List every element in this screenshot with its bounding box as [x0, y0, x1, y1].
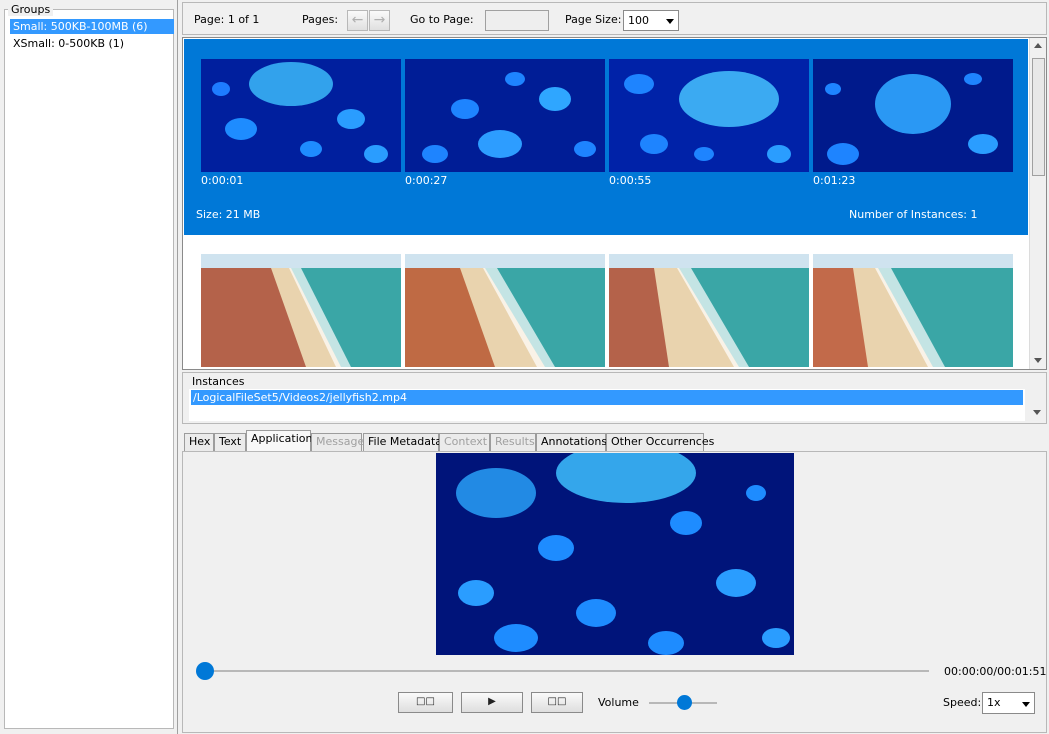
instances-title: Instances — [192, 375, 245, 388]
groups-list[interactable]: Small: 500KB-100MB (6) XSmall: 0-500KB (… — [4, 9, 174, 729]
arrow-right-icon: → — [373, 12, 386, 28]
video-frame[interactable] — [436, 453, 794, 655]
thumbnail — [813, 59, 1013, 172]
paging-toolbar: Page: 1 of 1 Pages: ← → Go to Page: Page… — [182, 2, 1047, 35]
prev-page-button[interactable]: ← — [347, 10, 368, 31]
tab-message[interactable]: Message — [311, 433, 364, 451]
main-panel: Page: 1 of 1 Pages: ← → Go to Page: Page… — [182, 0, 1049, 734]
tab-hex[interactable]: Hex — [184, 433, 214, 451]
scroll-thumb[interactable] — [1032, 58, 1045, 176]
groups-panel: Small: 500KB-100MB (6) XSmall: 0-500KB (… — [0, 0, 178, 734]
play-button[interactable]: ▶ — [461, 692, 523, 713]
next-page-button[interactable]: → — [369, 10, 390, 31]
seek-slider-track[interactable] — [205, 670, 929, 672]
file-size: Size: 21 MB — [196, 208, 261, 221]
tab-annotations[interactable]: Annotations — [536, 433, 607, 451]
page-size-value: 100 — [628, 14, 649, 27]
thumbnail-timestamp: 0:00:27 — [405, 174, 448, 187]
thumbnail — [201, 254, 401, 367]
volume-slider-thumb[interactable] — [677, 695, 692, 710]
thumbnail — [813, 254, 1013, 367]
speed-label: Speed: — [943, 696, 982, 709]
instance-count: Number of Instances: 1 — [849, 208, 978, 221]
page-size-label: Page Size: — [565, 13, 622, 26]
thumbnail — [201, 59, 401, 172]
speed-select[interactable]: 1x — [982, 692, 1035, 714]
result-row[interactable] — [184, 254, 1028, 369]
instances-list[interactable]: /LogicalFileSet5/Videos2/jellyfish2.mp4 — [189, 389, 1025, 421]
thumbnail-timestamp: 0:00:55 — [609, 174, 652, 187]
tab-other-occurrences[interactable]: Other Occurrences — [606, 433, 714, 451]
skip-back-icon: □□ — [416, 696, 435, 707]
groups-title: Groups — [8, 3, 54, 16]
chevron-down-icon — [1022, 702, 1030, 707]
tab-context[interactable]: Context — [439, 433, 490, 451]
fast-forward-button[interactable]: □□ — [531, 692, 583, 713]
page-size-select[interactable]: 100 — [623, 10, 679, 31]
arrow-left-icon: ← — [351, 12, 364, 28]
pages-label: Pages: — [302, 13, 339, 26]
play-icon: ▶ — [488, 696, 496, 707]
thumbnail-timestamp: 0:00:01 — [201, 174, 244, 187]
thumbnail-timestamp: 0:01:23 — [813, 174, 856, 187]
tab-application[interactable]: Application — [246, 430, 312, 451]
application-viewer: 00:00:00/00:01:51 □□ ▶ □□ Volume Speed: … — [182, 451, 1047, 733]
rewind-button[interactable]: □□ — [398, 692, 453, 713]
scroll-down-icon[interactable] — [1033, 410, 1041, 415]
instances-panel: Instances /LogicalFileSet5/Videos2/jelly… — [182, 372, 1047, 424]
results-scrollbar[interactable] — [1029, 38, 1046, 369]
volume-label: Volume — [598, 696, 639, 709]
scroll-down-icon[interactable] — [1034, 358, 1042, 363]
speed-value: 1x — [987, 696, 1001, 709]
thumbnail — [609, 59, 809, 172]
page-indicator: Page: 1 of 1 — [194, 13, 260, 26]
goto-page-input[interactable] — [485, 10, 549, 31]
skip-forward-icon: □□ — [547, 696, 567, 707]
tab-results[interactable]: Results — [490, 433, 536, 451]
tab-text[interactable]: Text — [214, 433, 246, 451]
playback-time: 00:00:00/00:01:51 — [944, 665, 1047, 678]
instance-item[interactable]: /LogicalFileSet5/Videos2/jellyfish2.mp4 — [191, 390, 1023, 405]
thumbnail — [405, 59, 605, 172]
tab-file-metadata[interactable]: File Metadata — [363, 433, 442, 451]
scroll-up-icon[interactable] — [1034, 43, 1042, 48]
group-item-xsmall[interactable]: XSmall: 0-500KB (1) — [10, 36, 174, 51]
result-row[interactable]: 0:00:01 0:00:27 0:00:55 0:01:23 Size: 21… — [184, 39, 1028, 235]
seek-slider-thumb[interactable] — [196, 662, 214, 680]
goto-page-label: Go to Page: — [410, 13, 474, 26]
chevron-down-icon — [666, 19, 674, 24]
thumbnail — [609, 254, 809, 367]
group-item-small[interactable]: Small: 500KB-100MB (6) — [10, 19, 174, 34]
results-list[interactable]: 0:00:01 0:00:27 0:00:55 0:01:23 Size: 21… — [182, 37, 1047, 370]
thumbnail — [405, 254, 605, 367]
